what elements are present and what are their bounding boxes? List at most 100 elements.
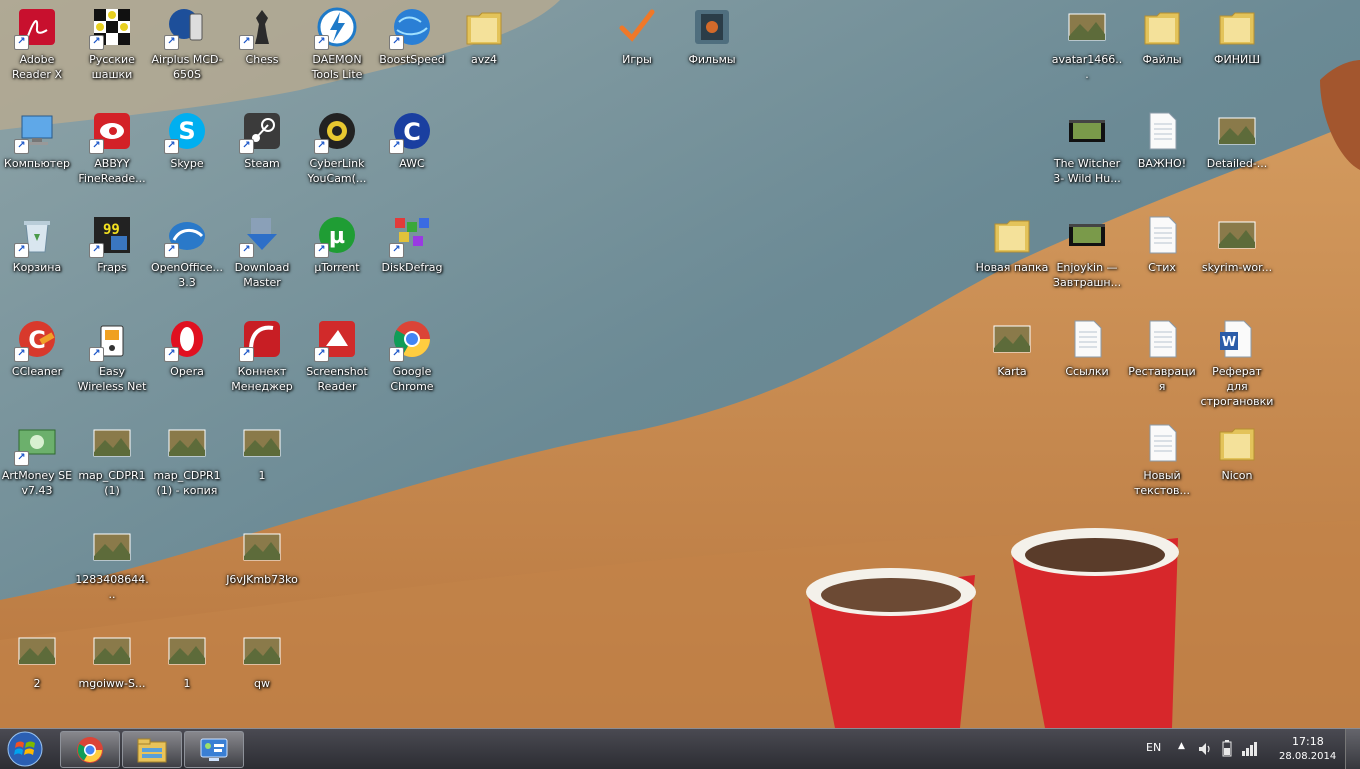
desktop-icon[interactable]: ↗ Компьютер	[0, 104, 74, 204]
desktop-icon[interactable]: ↗ Коннект Менеджер	[225, 312, 299, 412]
desktop-icon[interactable]: ↗ Chess	[225, 0, 299, 100]
image-file-icon	[993, 325, 1031, 353]
desktop-icon[interactable]: Новая папка	[975, 208, 1049, 308]
clock-date[interactable]: 28.08.2014	[1279, 751, 1336, 762]
desktop-icon[interactable]: ↗ CyberLink YouCam(...	[300, 104, 374, 204]
word-doc-icon: W	[1220, 320, 1252, 358]
desktop-icon[interactable]: ↗ Airplus MCD-650S	[150, 0, 224, 100]
text-file-icon	[1149, 216, 1177, 254]
shortcut-arrow-icon: ↗	[314, 139, 329, 154]
desktop-icon-label: Реставрация	[1128, 365, 1196, 393]
volume-icon[interactable]	[1197, 741, 1213, 757]
desktop-icon[interactable]: ↗ Корзина	[0, 208, 74, 308]
show-desktop-button[interactable]	[1345, 729, 1360, 769]
svg-text:µ: µ	[329, 224, 345, 249]
desktop-icon[interactable]: Игры	[600, 0, 674, 100]
windows-logo-icon	[7, 731, 43, 767]
explorer-icon	[137, 738, 167, 762]
start-button[interactable]	[4, 730, 46, 768]
desktop-icon-label: 1283408644...	[75, 573, 149, 601]
desktop-icon[interactable]: qw	[225, 624, 299, 724]
taskbar-control-panel-button[interactable]	[184, 731, 244, 768]
battery-icon[interactable]	[1220, 740, 1234, 758]
text-file-icon	[1074, 320, 1102, 358]
desktop-icon[interactable]: Файлы	[1125, 0, 1199, 100]
desktop-icon[interactable]: ↗ Opera	[150, 312, 224, 412]
desktop-icon-image: C ↗	[389, 110, 433, 154]
desktop-icon[interactable]: ↗ DiskDefrag	[375, 208, 449, 308]
desktop-icon-image: ↗	[14, 422, 58, 466]
desktop-icon[interactable]: C ↗ AWC	[375, 104, 449, 204]
taskbar-chrome-button[interactable]	[60, 731, 120, 768]
desktop-icon-label: The Witcher 3- Wild Hu...	[1053, 157, 1121, 185]
desktop-icon[interactable]: µ ↗ µTorrent	[300, 208, 374, 308]
desktop-icon-image: ↗	[314, 6, 358, 50]
folder-icon	[466, 12, 502, 45]
desktop-icon-label: avatar1466...	[1051, 53, 1123, 81]
language-indicator[interactable]: EN	[1146, 741, 1161, 754]
desktop-icon[interactable]: Фильмы	[675, 0, 749, 100]
desktop-icon[interactable]: ↗ Adobe Reader X	[0, 0, 74, 100]
desktop-icon-label: Screenshot Reader	[306, 365, 368, 393]
desktop-icon[interactable]: mgoiww-S...	[75, 624, 149, 724]
desktop-icon[interactable]: avz4	[447, 0, 521, 100]
desktop-icon-image	[991, 214, 1033, 256]
taskbar-explorer-button[interactable]	[122, 731, 182, 768]
desktop-icon[interactable]: ↗ ABBYY FineReade...	[75, 104, 149, 204]
desktop-icon-image	[1216, 214, 1258, 256]
desktop-icon[interactable]: ФИНИШ	[1200, 0, 1274, 100]
desktop-icon[interactable]: 1	[225, 416, 299, 516]
shortcut-arrow-icon: ↗	[389, 35, 404, 50]
desktop-icon[interactable]: 1	[150, 624, 224, 724]
desktop-icon[interactable]: Стих	[1125, 208, 1199, 308]
desktop-icon[interactable]: skyrim-wor...	[1200, 208, 1274, 308]
desktop-icon[interactable]: Новый текстов...	[1125, 416, 1199, 516]
desktop-icon-label: Ссылки	[1065, 365, 1109, 378]
desktop-icon[interactable]: 2	[0, 624, 74, 724]
desktop-icon[interactable]: avatar1466...	[1050, 0, 1124, 100]
desktop-icon[interactable]: J6vJKmb73ko	[225, 520, 299, 620]
image-file-icon	[243, 429, 281, 457]
desktop-icon[interactable]: ↗ Steam	[225, 104, 299, 204]
folder-icon	[994, 220, 1030, 253]
desktop-icon[interactable]: S ↗ Skype	[150, 104, 224, 204]
desktop-icon[interactable]: The Witcher 3- Wild Hu...	[1050, 104, 1124, 204]
desktop-icon-label: Корзина	[12, 261, 62, 274]
desktop-icon[interactable]: Karta	[975, 312, 1049, 412]
desktop-icon[interactable]: Nicon	[1200, 416, 1274, 516]
shortcut-arrow-icon: ↗	[314, 347, 329, 362]
desktop-icon[interactable]: ↗ OpenOffice... 3.3	[150, 208, 224, 308]
desktop-icon[interactable]: Detailed-...	[1200, 104, 1274, 204]
network-icon[interactable]	[1240, 740, 1258, 758]
desktop-icon-label: Файлы	[1142, 53, 1182, 66]
desktop-icon[interactable]: Enjoykin — Завтрашн...	[1050, 208, 1124, 308]
desktop-icon-label: ArtMoney SE v7.43	[1, 469, 73, 497]
desktop-icon[interactable]: ↗ BoostSpeed	[375, 0, 449, 100]
desktop-icon-label: Enjoykin — Завтрашн...	[1052, 261, 1122, 289]
desktop-icon[interactable]: ↗ DAEMON Tools Lite	[300, 0, 374, 100]
desktop-icon[interactable]: 1283408644...	[75, 520, 149, 620]
desktop-icon[interactable]: map_CDPR1 (1)	[75, 416, 149, 516]
svg-text:99: 99	[103, 222, 120, 238]
desktop-icon-label: Download Master	[234, 261, 290, 289]
desktop-icon[interactable]: C ↗ CCleaner	[0, 312, 74, 412]
desktop-icon[interactable]: ↗ Русские шашки	[75, 0, 149, 100]
desktop-icon-image	[691, 6, 733, 48]
desktop-icon[interactable]: ВАЖНО!	[1125, 104, 1199, 204]
shortcut-arrow-icon: ↗	[164, 139, 179, 154]
desktop-icon[interactable]: ↗ Download Master	[225, 208, 299, 308]
desktop-icon[interactable]: 99 ↗ Fraps	[75, 208, 149, 308]
desktop-icon[interactable]: W Реферат для строгановки	[1200, 312, 1274, 412]
desktop-icon[interactable]: ↗ Easy Wireless Net	[75, 312, 149, 412]
desktop-icon[interactable]: map_CDPR1 (1) - копия	[150, 416, 224, 516]
desktop-icon[interactable]: ↗ Screenshot Reader	[300, 312, 374, 412]
show-hidden-icons-icon[interactable]: ▲	[1178, 741, 1185, 751]
image-file-icon	[93, 637, 131, 665]
desktop-icon-label: qw	[254, 677, 270, 690]
desktop-icon[interactable]: ↗ ArtMoney SE v7.43	[0, 416, 74, 516]
clock-time[interactable]: 17:18	[1292, 735, 1324, 748]
desktop-icon-image	[1141, 214, 1183, 256]
desktop-icon[interactable]: ↗ Google Chrome	[375, 312, 449, 412]
desktop-icon[interactable]: Ссылки	[1050, 312, 1124, 412]
desktop-icon[interactable]: Реставрация	[1125, 312, 1199, 412]
